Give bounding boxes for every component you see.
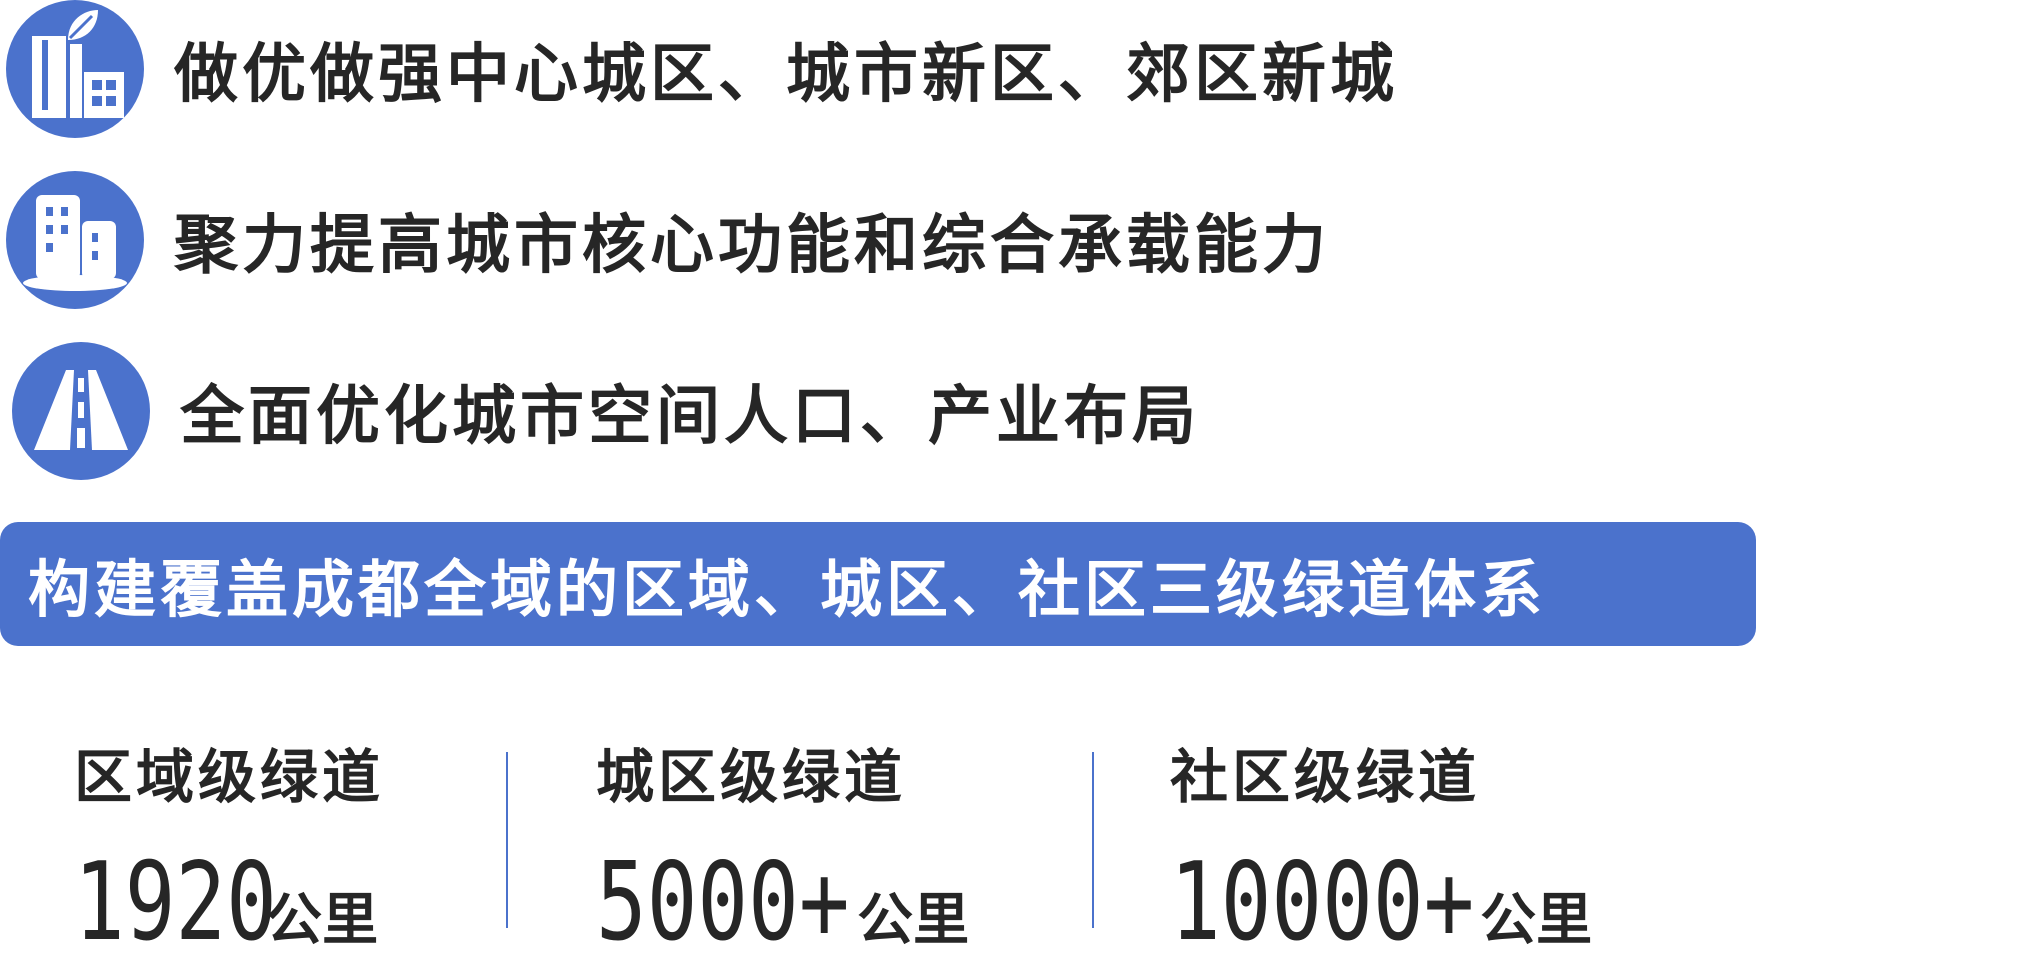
feature-row-2: 聚力提高城市核心功能和综合承载能力 xyxy=(6,171,1330,309)
road-icon xyxy=(12,342,150,480)
stat-community-greenway: 社区级绿道 10000+ 公里 xyxy=(1170,730,1592,965)
stat-regional-greenway: 区域级绿道 1920公里 xyxy=(74,730,384,965)
feature-row-1: 做优做强中心城区、城市新区、郊区新城 xyxy=(6,0,1398,138)
stat-divider xyxy=(506,752,508,928)
stat-number: 10000+ xyxy=(1170,840,1475,965)
stat-unit: 公里 xyxy=(1480,888,1593,953)
feature-text-1: 做优做强中心城区、城市新区、郊区新城 xyxy=(174,38,1398,112)
feature-text-2: 聚力提高城市核心功能和综合承载能力 xyxy=(174,209,1330,283)
stat-number: 5000+ xyxy=(596,840,850,965)
stat-label: 社区级绿道 xyxy=(1170,743,1481,811)
feature-row-3: 全面优化城市空间人口、产业布局 xyxy=(12,342,1200,480)
stat-value: 5000+ 公里 xyxy=(596,840,969,965)
buildings-icon xyxy=(6,171,144,309)
stat-value: 1920公里 xyxy=(74,840,384,965)
stat-divider xyxy=(1092,752,1094,928)
feature-text-3: 全面优化城市空间人口、产业布局 xyxy=(180,380,1200,454)
banner-text: 构建覆盖成都全域的区域、城区、社区三级绿道体系 xyxy=(28,553,1547,626)
stat-urban-greenway: 城区级绿道 5000+ 公里 xyxy=(596,730,969,965)
stat-label: 区域级绿道 xyxy=(74,743,385,811)
stat-unit: 公里 xyxy=(857,888,970,953)
stat-label: 城区级绿道 xyxy=(596,743,907,811)
headline-banner: 构建覆盖成都全域的区域、城区、社区三级绿道体系 xyxy=(0,522,1756,646)
stat-number: 1920 xyxy=(74,840,277,965)
city-leaf-icon xyxy=(6,0,144,138)
stat-value: 10000+ 公里 xyxy=(1170,840,1592,965)
stat-unit: 公里 xyxy=(266,888,379,953)
